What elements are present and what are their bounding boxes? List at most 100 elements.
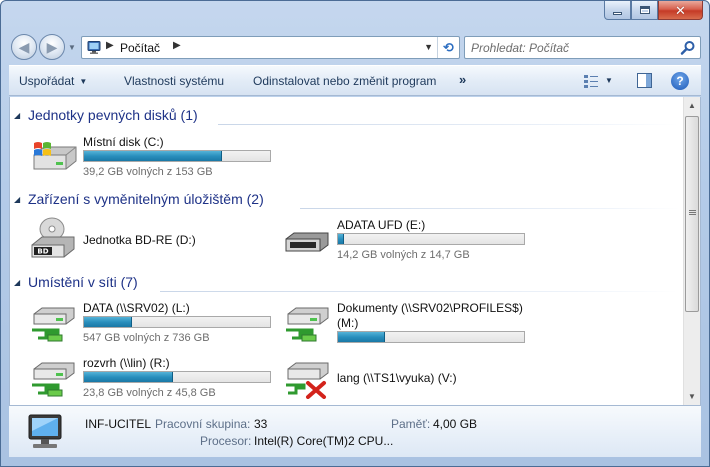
capacity-bar-fill: [338, 234, 345, 244]
drive-name: ADATA UFD (E:): [337, 218, 426, 232]
capacity-bar: [337, 331, 525, 343]
capacity-bar: [83, 150, 271, 162]
view-options-dropdown[interactable]: ▼: [605, 76, 613, 85]
minimize-icon: [613, 11, 622, 15]
change-view-icon[interactable]: [583, 73, 599, 89]
refresh-icon: ⟲: [443, 39, 454, 55]
computer-icon: [87, 41, 101, 54]
search-box[interactable]: Prohledat: Počítač: [464, 36, 701, 59]
grip-icon: [689, 210, 696, 216]
drive-item-e[interactable]: ADATA UFD (E:) 14,2 GB volných z 14,7 GB: [282, 217, 532, 269]
drive-item-l[interactable]: DATA (\\SRV02) (L:) 547 GB volných z 736…: [28, 300, 278, 352]
organize-label: Uspořádat: [19, 74, 75, 88]
drive-name-line2: (M:): [337, 316, 359, 330]
refresh-button[interactable]: ⟲: [437, 37, 459, 58]
drive-item-v[interactable]: lang (\\TS1\vyuka) (V:): [282, 355, 532, 407]
computer-icon: [28, 414, 62, 448]
collapse-icon[interactable]: ◢: [14, 195, 28, 204]
collapse-icon[interactable]: ◢: [14, 278, 28, 287]
scrollbar-thumb[interactable]: [685, 116, 699, 312]
bd-re-drive-icon: BD: [31, 217, 75, 258]
capacity-bar-fill: [84, 372, 174, 382]
workgroup-value: 33: [254, 417, 268, 431]
network-drive-icon: [32, 307, 75, 342]
group-title: Zařízení s vyměnitelným úložištěm (2): [28, 191, 264, 207]
search-input[interactable]: Prohledat: Počítač: [471, 41, 569, 55]
recent-pages-dropdown[interactable]: ▼: [68, 43, 76, 52]
drive-item-d[interactable]: BD Jednotka BD-RE (D:): [28, 217, 278, 269]
maximize-button[interactable]: [631, 1, 658, 20]
workgroup-label: Pracovní skupina:: [155, 417, 251, 431]
memory-label: Paměť:: [391, 417, 431, 431]
processor-value: Intel(R) Core(TM)2 CPU...: [254, 434, 394, 448]
usb-drive-icon: [285, 232, 329, 252]
search-icon[interactable]: [680, 40, 696, 56]
local-disk-windows-icon: [33, 142, 77, 170]
drive-name: rozvrh (\\lin) (R:): [83, 356, 170, 370]
capacity-bar-fill: [338, 332, 385, 342]
preview-pane-icon[interactable]: [637, 73, 652, 88]
drive-name: Jednotka BD-RE (D:): [83, 233, 196, 247]
capacity-bar: [337, 233, 525, 245]
close-button[interactable]: ✕: [658, 1, 703, 20]
capacity-bar-fill: [84, 151, 223, 161]
group-header-removable[interactable]: ◢ Zařízení s vyměnitelným úložištěm (2): [10, 191, 264, 207]
breadcrumb-separator[interactable]: ▶: [106, 40, 114, 51]
drive-name: lang (\\TS1\vyuka) (V:): [337, 371, 457, 385]
details-pane: INF-UCITEL Pracovní skupina: 33 Paměť: 4…: [9, 405, 701, 457]
organize-button[interactable]: Uspořádat ▼: [19, 74, 87, 88]
back-button[interactable]: ◀: [11, 34, 37, 60]
capacity-bar: [83, 371, 271, 383]
drive-name: Místní disk (C:): [83, 135, 164, 149]
close-icon: ✕: [675, 2, 686, 18]
group-title: Umístění v síti (7): [28, 274, 138, 290]
help-icon[interactable]: ?: [671, 72, 689, 90]
group-title: Jednotky pevných disků (1): [28, 107, 198, 123]
network-drive-icon: [286, 307, 329, 342]
address-dropdown-icon[interactable]: ▼: [424, 42, 433, 52]
free-space-text: 39,2 GB volných z 153 GB: [83, 166, 213, 178]
uninstall-program-button[interactable]: Odinstalovat nebo změnit program: [253, 74, 436, 88]
content-area: ◢ Jednotky pevných disků (1) Místní disk…: [9, 97, 701, 405]
forward-arrow-icon: ▶: [46, 38, 58, 55]
caption-buttons: ✕: [604, 1, 703, 21]
back-arrow-icon: ◀: [18, 38, 30, 55]
group-header-network[interactable]: ◢ Umístění v síti (7): [10, 274, 138, 290]
free-space-text: 14,2 GB volných z 14,7 GB: [337, 249, 470, 261]
maximize-icon: [639, 6, 650, 14]
group-divider: [218, 123, 678, 125]
more-commands-button[interactable]: »: [459, 72, 466, 87]
drive-name: Dokumenty (\\SRV02\PROFILES$): [337, 301, 523, 315]
group-divider: [160, 290, 678, 292]
capacity-bar: [83, 316, 271, 328]
free-space-text: 547 GB volných z 736 GB: [83, 332, 210, 344]
drive-name: DATA (\\SRV02) (L:): [83, 301, 190, 315]
computer-name: INF-UCITEL: [85, 417, 151, 431]
forward-button[interactable]: ▶: [39, 34, 65, 60]
memory-value: 4,00 GB: [433, 417, 478, 431]
explorer-window: ✕ ◀ ▶ ▼ ▶ Počítač ▶ ▼ ⟲ Prohledat: Počít…: [0, 0, 710, 467]
drive-item-m[interactable]: Dokumenty (\\SRV02\PROFILES$) (M:): [282, 300, 532, 352]
capacity-bar-fill: [84, 317, 132, 327]
processor-label: Procesor:: [200, 434, 252, 448]
group-header-hard-disks[interactable]: ◢ Jednotky pevných disků (1): [10, 107, 198, 123]
vertical-scrollbar[interactable]: ▲ ▼: [683, 97, 700, 405]
scroll-up-arrow-icon[interactable]: ▲: [684, 97, 700, 114]
drive-item-c[interactable]: Místní disk (C:) 39,2 GB volných z 153 G…: [28, 133, 278, 185]
breadcrumb-separator-2[interactable]: ▶: [173, 40, 181, 51]
scroll-down-arrow-icon[interactable]: ▼: [684, 388, 700, 405]
free-space-text: 23,8 GB volných z 45,8 GB: [83, 387, 216, 399]
collapse-icon[interactable]: ◢: [14, 111, 28, 120]
disconnected-network-drive-icon: [286, 362, 329, 399]
group-divider: [300, 207, 680, 209]
breadcrumb-computer[interactable]: Počítač: [120, 41, 160, 55]
chevron-down-icon: ▼: [79, 77, 88, 86]
address-bar[interactable]: ▶ Počítač ▶ ▼ ⟲: [81, 36, 460, 59]
navigation-row: ◀ ▶ ▼ ▶ Počítač ▶ ▼ ⟲ Prohledat: Počítač: [9, 33, 701, 61]
svg-text:BD: BD: [37, 248, 48, 256]
minimize-button[interactable]: [604, 1, 631, 20]
network-drive-icon: [32, 362, 75, 397]
drive-item-r[interactable]: rozvrh (\\lin) (R:) 23,8 GB volných z 45…: [28, 355, 278, 407]
system-properties-button[interactable]: Vlastnosti systému: [124, 74, 224, 88]
command-bar: Uspořádat ▼ Vlastnosti systému Odinstalov…: [9, 65, 701, 96]
